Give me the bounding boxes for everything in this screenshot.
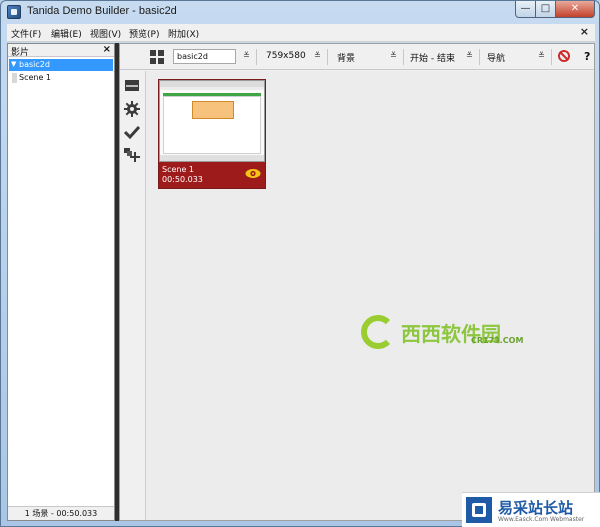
editor-area: basic2d ≚ 759x580 ≚ 背景 ≚ 开始 - 结束 ≚ 导航 ≚ … (119, 43, 595, 521)
help-button[interactable]: ? (584, 50, 590, 63)
watermark-g-icon (361, 315, 395, 349)
scene-duration: 00:50.033 (162, 175, 203, 184)
movie-panel: 影片 × ▼ basic2d Scene 1 1 场景 - 00:50.033 (7, 43, 115, 521)
movie-name-dropdown-icon[interactable]: ≚ (243, 51, 250, 60)
scene-name: Scene 1 (162, 165, 195, 174)
movie-name-field[interactable]: basic2d (173, 49, 236, 64)
app-window: Tanida Demo Builder - basic2d — □ ✕ 文件(F… (0, 0, 600, 527)
menu-edit[interactable]: 编辑(E) (51, 27, 82, 40)
menu-view[interactable]: 视图(V) (90, 27, 121, 40)
check-icon[interactable] (124, 124, 140, 140)
start-end-selector[interactable]: 开始 - 结束 (410, 51, 455, 64)
corner-watermark-logo-icon (466, 497, 492, 523)
document-close-button[interactable]: × (580, 25, 589, 38)
tree-item-movie[interactable]: ▼ basic2d (9, 59, 113, 71)
corner-watermark-text: 易采站长站 (498, 499, 574, 517)
tree-item-movie-label: basic2d (19, 60, 50, 69)
menu-bar: 文件(F) 编辑(E) 视图(V) 预览(P) 附加(X) × (7, 24, 595, 42)
tree-item-scene[interactable]: Scene 1 (9, 72, 113, 84)
movie-panel-close-button[interactable]: × (103, 44, 111, 55)
screen-icon[interactable] (124, 78, 140, 94)
app-icon (7, 5, 21, 19)
resolution-selector[interactable]: 759x580 (266, 51, 306, 61)
watermark-logo: 西西软件园 CR173.COM (361, 315, 531, 351)
movie-panel-status: 1 场景 - 00:50.033 (8, 506, 114, 520)
maximize-button[interactable]: □ (535, 1, 556, 18)
background-selector[interactable]: 背景 (337, 51, 355, 64)
menu-extras[interactable]: 附加(X) (168, 27, 199, 40)
scene-info-bar: Scene 1 00:50.033 (159, 162, 265, 188)
expand-arrow-icon[interactable]: ▼ (11, 60, 16, 68)
close-window-button[interactable]: ✕ (555, 1, 595, 18)
scene-count-duration: 1 场景 - 00:50.033 (24, 509, 98, 518)
start-end-dropdown-icon[interactable]: ≚ (466, 51, 473, 60)
resolution-dropdown-icon[interactable]: ≚ (314, 51, 321, 60)
corner-watermark-sub: Www.Easck.Com Webmaster (498, 516, 585, 523)
scene-thumbnail (159, 80, 265, 162)
gear-icon[interactable] (124, 101, 140, 117)
corner-watermark: 易采站长站 Www.Easck.Com Webmaster (462, 492, 600, 527)
navigation-selector[interactable]: 导航 (487, 51, 505, 64)
no-entry-icon[interactable] (558, 50, 570, 62)
editor-toolbar: basic2d ≚ 759x580 ≚ 背景 ≚ 开始 - 结束 ≚ 导航 ≚ … (120, 44, 594, 70)
eye-icon[interactable] (245, 168, 261, 179)
menu-file[interactable]: 文件(F) (11, 27, 41, 40)
watermark-sub-text: CR173.COM (471, 336, 524, 345)
scene-canvas: Scene 1 00:50.033 西西软件园 CR173.COM (145, 71, 594, 520)
window-title: Tanida Demo Builder - basic2d (27, 5, 177, 17)
movie-panel-header: 影片 × (8, 44, 114, 58)
movie-panel-title: 影片 (11, 48, 30, 58)
navigation-dropdown-icon[interactable]: ≚ (538, 51, 545, 60)
minimize-button[interactable]: — (515, 1, 536, 18)
grid-view-icon[interactable] (150, 50, 164, 64)
vertical-toolbar (120, 71, 144, 520)
tree-item-scene-label: Scene 1 (19, 73, 52, 82)
menu-preview[interactable]: 预览(P) (129, 27, 159, 40)
scene-marker-icon (12, 73, 17, 83)
title-bar: Tanida Demo Builder - basic2d — □ ✕ (1, 1, 600, 23)
scene-thumbnail-card[interactable]: Scene 1 00:50.033 (158, 79, 266, 189)
add-scene-icon[interactable] (124, 147, 140, 163)
background-dropdown-icon[interactable]: ≚ (390, 51, 397, 60)
